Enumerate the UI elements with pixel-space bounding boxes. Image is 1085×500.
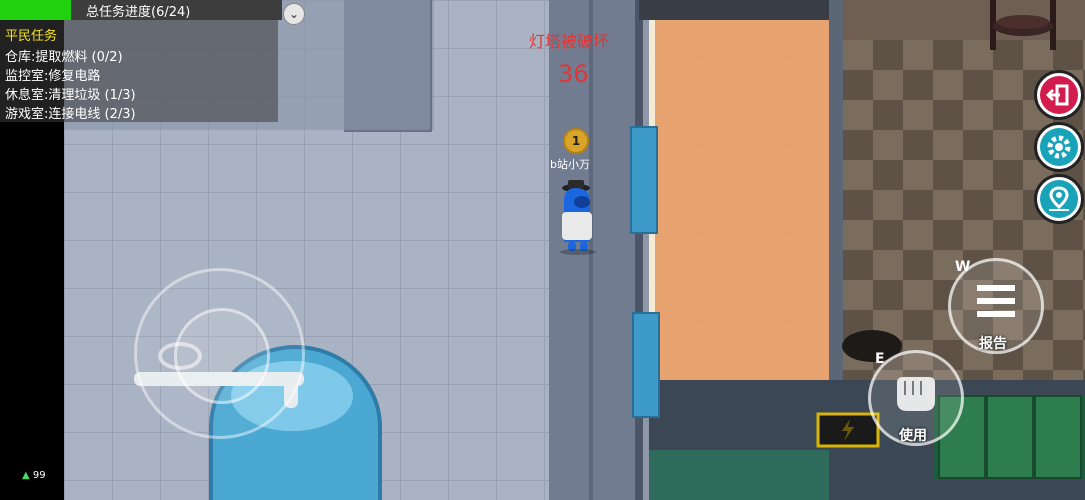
task-progress-label: 总任务进度(6/24) (86, 5, 191, 20)
use-label: 使用 (899, 428, 927, 444)
wifi-icon: ▲ (22, 470, 30, 481)
task-progress-bar: 总任务进度(6/24) (0, 0, 282, 20)
fist-icon (897, 377, 935, 411)
task-progress-fill (0, 0, 71, 20)
use-button[interactable]: E 使用 (868, 350, 964, 446)
joystick-knob[interactable] (174, 308, 270, 404)
settings-button[interactable] (1034, 122, 1084, 172)
task-list: 平民任务 仓库:提取燃料 (0/2) 监控室:修复电路 休息室:清理垃圾 (1/… (0, 20, 278, 122)
arcade-machine (1034, 395, 1082, 479)
player-level-badge: 1 (563, 128, 589, 154)
electric-panel-icon (816, 412, 880, 448)
exit-icon (1045, 84, 1069, 106)
chevron-down-icon[interactable]: ⌄ (283, 3, 305, 25)
signal-value: 99 (32, 470, 46, 481)
task-item: 游戏室:连接电线 (2/3) (5, 107, 136, 122)
task-list-title: 平民任务 (5, 29, 58, 44)
task-item: 休息室:清理垃圾 (1/3) (5, 88, 136, 103)
map-pin-icon (1049, 186, 1069, 211)
report-label: 报告 (979, 336, 1007, 352)
task-item: 仓库:提取燃料 (0/2) (5, 50, 123, 65)
task-panel: 总任务进度(6/24) ⌄ 平民任务 仓库:提取燃料 (0/2) 监控室:修复电… (0, 0, 342, 122)
player-name: b站小万 (550, 158, 590, 171)
orange-floor-room (649, 20, 835, 380)
gear-icon (1047, 135, 1071, 159)
map-button[interactable] (1034, 174, 1084, 224)
wall-divider (635, 0, 643, 500)
door-panel (632, 312, 660, 418)
wall-block (344, 0, 432, 132)
report-icon (977, 285, 1015, 317)
signal-indicator: ▲ 99 (22, 470, 46, 481)
door-panel (630, 126, 658, 234)
player-character[interactable] (556, 180, 601, 255)
exit-button[interactable] (1034, 70, 1084, 120)
use-key: E (875, 351, 885, 367)
sabotage-countdown: 36 (558, 60, 589, 88)
stool-icon (990, 0, 1056, 50)
report-key: W (955, 259, 971, 275)
arcade-machine (986, 395, 1034, 479)
sabotage-alert: 灯塔被破坏 (529, 32, 610, 51)
bottom-floor (649, 450, 829, 500)
wall-right (829, 0, 843, 380)
task-item: 监控室:修复电路 (5, 69, 101, 84)
report-button[interactable]: W 报告 (948, 258, 1044, 354)
